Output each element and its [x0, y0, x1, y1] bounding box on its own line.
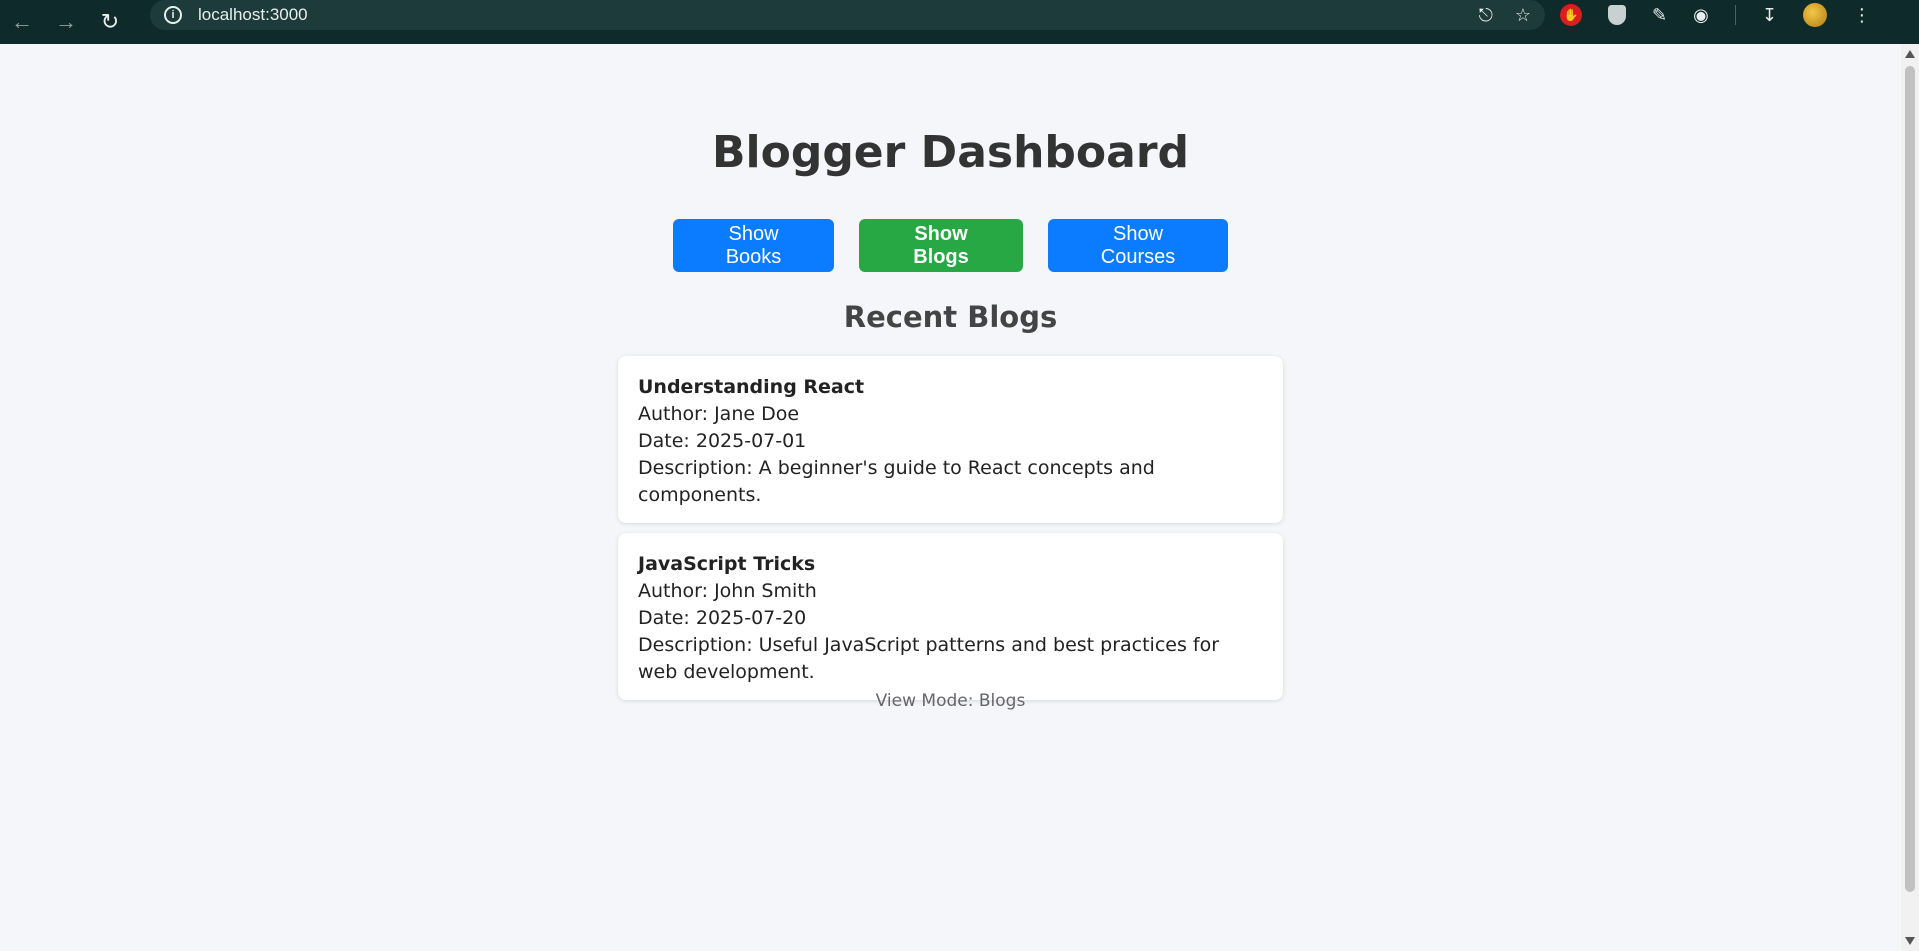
screenshot-icon[interactable]: ◉ [1693, 5, 1709, 26]
view-mode-status: View Mode: Blogs [875, 691, 1026, 711]
blog-date: Date: 2025-07-01 [638, 430, 807, 452]
blog-card: JavaScript Tricks Author: John Smith Dat… [618, 533, 1283, 700]
blog-description: Description: Useful JavaScript patterns … [638, 634, 1220, 683]
reload-icon[interactable]: ↻ [88, 0, 132, 44]
address-bar[interactable]: i localhost:3000 ⎋ ☆ [150, 0, 1545, 30]
scrollbar-thumb[interactable] [1905, 66, 1915, 892]
scroll-up-arrow-icon[interactable] [1905, 50, 1915, 58]
url-text[interactable]: localhost:3000 [198, 5, 308, 25]
adblock-extension-icon[interactable]: ✋ [1560, 4, 1582, 26]
toolbar-separator [1734, 5, 1736, 25]
vertical-scrollbar[interactable] [1901, 44, 1919, 951]
view-toggle-buttons: Show Books Show Blogs Show Courses [0, 219, 1901, 272]
blog-list: Understanding React Author: Jane Doe Dat… [618, 356, 1283, 700]
bookmark-star-icon[interactable]: ☆ [1515, 5, 1531, 26]
forward-arrow-icon[interactable]: → [44, 0, 88, 44]
blog-title: Understanding React [638, 376, 865, 398]
show-books-button[interactable]: Show Books [673, 219, 834, 272]
site-info-icon[interactable]: i [164, 6, 182, 24]
show-courses-button[interactable]: Show Courses [1048, 219, 1228, 272]
back-arrow-icon[interactable]: ← [0, 0, 44, 44]
install-app-icon[interactable]: ⎋ [1479, 5, 1493, 26]
browser-menu-icon[interactable]: ⋮ [1853, 5, 1871, 26]
blog-date: Date: 2025-07-20 [638, 607, 807, 629]
puzzle-extensions-icon[interactable]: ✎ [1652, 5, 1667, 26]
download-icon[interactable]: ↧ [1762, 5, 1777, 26]
blog-description: Description: A beginner's guide to React… [638, 457, 1155, 506]
extensions-area: ✋ ✎ ◉ ↧ ⋮ [1560, 0, 1871, 30]
show-blogs-button[interactable]: Show Blogs [859, 219, 1023, 272]
scroll-down-arrow-icon[interactable] [1905, 937, 1915, 945]
page-title: Blogger Dashboard [711, 127, 1190, 178]
blog-author: Author: Jane Doe [638, 403, 800, 425]
blog-card: Understanding React Author: Jane Doe Dat… [618, 356, 1283, 523]
section-title: Recent Blogs [843, 300, 1058, 334]
blog-title: JavaScript Tricks [638, 553, 816, 575]
profile-avatar[interactable] [1802, 3, 1827, 27]
blog-author: Author: John Smith [638, 580, 817, 602]
shield-extension-icon[interactable] [1608, 5, 1626, 25]
